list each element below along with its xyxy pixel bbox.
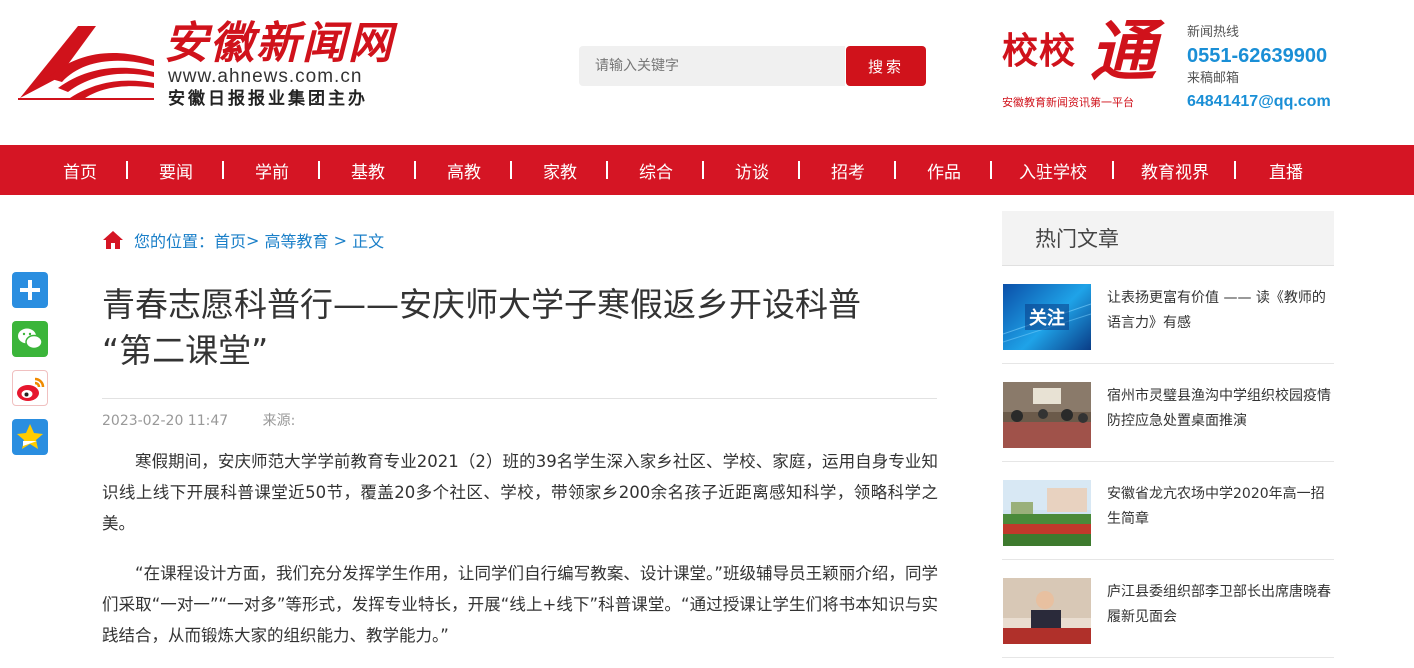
article-paragraph: 寒假期间，安庆师范大学学前教育专业2021（2）班的39名学生深入家乡社区、学校… [102, 452, 938, 533]
breadcrumb: 您的位置： 首页 > 高等教育 > 正文 [102, 228, 384, 252]
hot-article-item[interactable]: 宿州市灵璧县渔沟中学组织校园疫情防控应急处置桌面推演 [1002, 364, 1334, 462]
nav-label: 综合 [639, 162, 673, 183]
email-label: 来稿邮箱 [1187, 71, 1240, 86]
share-bar [12, 272, 48, 468]
hot-article-title[interactable]: 宿州市灵璧县渔沟中学组织校园疫情防控应急处置桌面推演 [1107, 384, 1332, 434]
article-title-line1: 青春志愿科普行——安庆师大学子寒假返乡开设科普 [102, 285, 861, 324]
site-url: www.ahnews.com.cn [168, 66, 363, 87]
nav-item-general[interactable]: 综合 [608, 145, 704, 195]
qzone-icon[interactable] [12, 419, 48, 455]
hotline-number: 0551-62639900 [1187, 45, 1328, 67]
nav-item-interviews[interactable]: 访谈 [704, 145, 800, 195]
nav-label: 作品 [927, 162, 961, 183]
nav-item-works[interactable]: 作品 [896, 145, 992, 195]
site-logo[interactable]: 安徽新闻网 www.ahnews.com.cn 安徽日报报业集团主办 [18, 14, 418, 114]
nav-item-live[interactable]: 直播 [1236, 145, 1336, 195]
weibo-icon[interactable] [12, 370, 48, 406]
partner-tagline: 安徽教育新闻资讯第一平台 [1002, 96, 1134, 109]
breadcrumb-current[interactable]: 正文 [352, 228, 384, 252]
nav-item-admissions[interactable]: 招考 [800, 145, 896, 195]
nav-item-family-edu[interactable]: 家教 [512, 145, 608, 195]
nav-item-news[interactable]: 要闻 [128, 145, 224, 195]
breadcrumb-home-link[interactable]: 首页 [214, 228, 246, 252]
home-icon [103, 231, 123, 249]
site-header: 安徽新闻网 www.ahnews.com.cn 安徽日报报业集团主办 搜索 校校… [0, 0, 1414, 145]
nav-label: 高教 [447, 162, 481, 183]
hot-article-item[interactable]: 安徽省龙亢农场中学2020年高一招生简章 [1002, 462, 1334, 560]
breadcrumb-separator: > [328, 230, 353, 250]
site-owner: 安徽日报报业集团主办 [168, 89, 368, 109]
partner-logo[interactable]: 校校 通 安徽教育新闻资讯第一平台 [1002, 14, 1177, 114]
email-address[interactable]: 64841417@qq.com [1187, 90, 1407, 114]
nav-label: 访谈 [735, 162, 769, 183]
partner-name-big: 通 [1090, 12, 1156, 90]
hot-article-item[interactable]: 关注 让表扬更富有价值 —— 读《教师的语言力》有感 [1002, 266, 1334, 364]
nav-label: 首页 [63, 162, 97, 183]
site-name: 安徽新闻网 [164, 18, 394, 69]
nav-item-edu-vision[interactable]: 教育视界 [1114, 145, 1236, 195]
nav-item-preschool[interactable]: 学前 [224, 145, 320, 195]
article-title: 青春志愿科普行——安庆师大学子寒假返乡开设科普 “第二课堂” [102, 282, 942, 374]
nav-item-higher-edu[interactable]: 高教 [416, 145, 512, 195]
title-divider [102, 398, 937, 399]
breadcrumb-prefix: 您的位置： [134, 232, 215, 251]
search-input[interactable] [579, 46, 845, 86]
plus-share-icon[interactable] [12, 272, 48, 308]
nav-label: 直播 [1269, 162, 1303, 183]
hot-article-item[interactable]: 庐江县委组织部李卫部长出席唐晓春履新见面会 [1002, 560, 1334, 658]
hot-article-title[interactable]: 让表扬更富有价值 —— 读《教师的语言力》有感 [1107, 286, 1332, 336]
nav-label: 招考 [831, 162, 865, 183]
article-title-line2: “第二课堂” [102, 331, 269, 370]
article-thumbnail: 关注 [1003, 284, 1091, 350]
nav-label: 要闻 [159, 162, 193, 183]
svg-text:关注: 关注 [1029, 307, 1065, 329]
article-thumbnail [1003, 382, 1091, 448]
nav-label: 基教 [351, 162, 385, 183]
logo-mark-icon [18, 26, 154, 100]
nav-item-schools[interactable]: 入驻学校 [992, 145, 1114, 195]
article-date: 2023-02-20 11:47 [102, 413, 229, 429]
nav-label: 入驻学校 [1019, 162, 1087, 183]
nav-label: 家教 [543, 162, 577, 183]
search-button[interactable]: 搜索 [846, 46, 926, 86]
search-bar: 搜索 [579, 46, 927, 86]
article-source-label: 来源: [262, 413, 296, 429]
wechat-icon[interactable] [12, 321, 48, 357]
article-body: 寒假期间，安庆师范大学学前教育专业2021（2）班的39名学生深入家乡社区、学校… [102, 446, 938, 668]
hot-article-title[interactable]: 安徽省龙亢农场中学2020年高一招生简章 [1107, 482, 1332, 532]
breadcrumb-separator: > [246, 230, 265, 250]
main-nav: 首页 要闻 学前 基教 高教 家教 综合 访谈 招考 作品 入驻学校 教育视界 … [0, 145, 1414, 195]
breadcrumb-section-link[interactable]: 高等教育 [265, 228, 329, 252]
nav-item-home[interactable]: 首页 [32, 145, 128, 195]
hot-articles-heading: 热门文章 [1002, 211, 1334, 266]
article-thumbnail [1003, 578, 1091, 644]
article-thumbnail [1003, 480, 1091, 546]
nav-label: 教育视界 [1141, 162, 1209, 183]
nav-label: 学前 [255, 162, 289, 183]
article-paragraph: “在课程设计方面，我们充分发挥学生作用，让同学们自行编写教案、设计课堂。”班级辅… [102, 564, 938, 645]
contact-info: 新闻热线 0551-62639900 来稿邮箱 64841417@qq.com [1187, 22, 1407, 114]
hot-article-title[interactable]: 庐江县委组织部李卫部长出席唐晓春履新见面会 [1107, 580, 1332, 630]
nav-item-basic-edu[interactable]: 基教 [320, 145, 416, 195]
article-meta: 2023-02-20 11:47 来源: [102, 410, 295, 430]
partner-name: 校校 [1002, 31, 1077, 72]
hot-articles-panel: 热门文章 关注 让表扬更富有价值 —— 读《教师的语言力》有感 宿州市灵璧县渔沟… [1002, 211, 1334, 658]
hotline-label: 新闻热线 [1187, 25, 1240, 40]
